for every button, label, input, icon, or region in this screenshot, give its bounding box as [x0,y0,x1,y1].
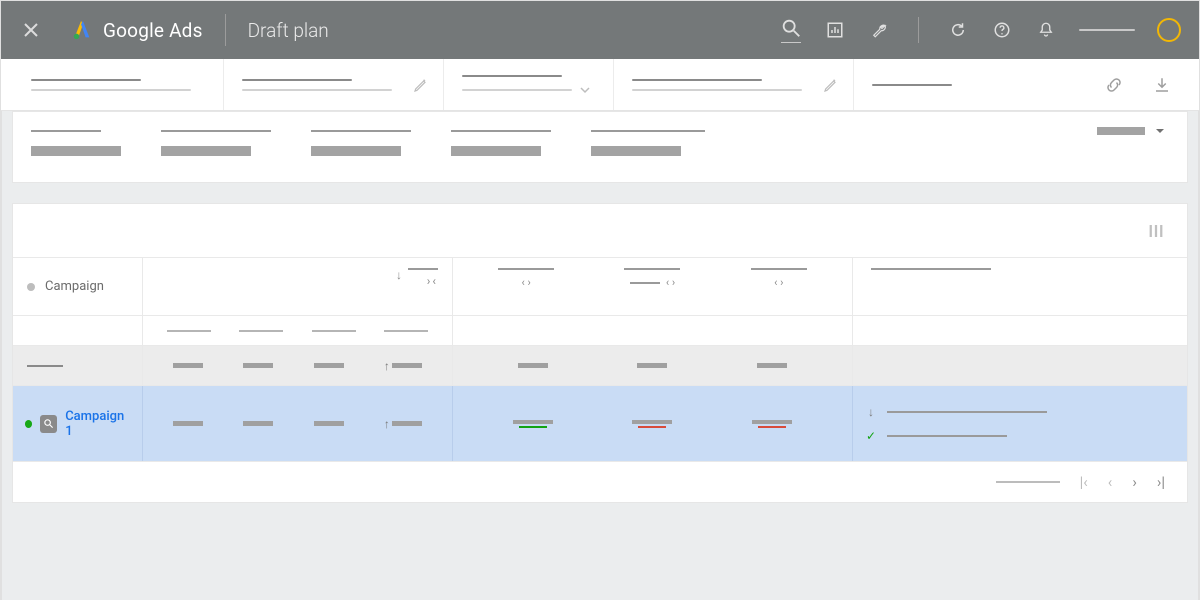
close-icon[interactable] [19,18,43,42]
columns-icon[interactable] [1147,222,1165,240]
download-icon[interactable] [1151,74,1173,96]
expand-icon[interactable]: ‹ › [521,276,530,289]
pencil-icon[interactable] [823,77,839,93]
caret-down-icon [1155,126,1165,136]
plan-field-2[interactable] [223,59,443,110]
help-icon[interactable] [991,19,1013,41]
column-header-metric[interactable]: ‹ › [624,268,680,289]
account-avatar[interactable] [1157,18,1181,42]
product-logo: Google Ads [71,19,203,42]
page-title: Draft plan [248,19,329,42]
column-header-metric[interactable]: ‹ › [498,268,554,289]
summary-metric [31,130,121,156]
share-link-icon[interactable] [1103,74,1125,96]
column-label: Campaign [45,279,104,294]
note-item: ↓ [865,405,1175,419]
note-item: ✓ [865,429,1175,443]
main-content: Campaign ↓ ›‹ ‹ › ‹ › ‹ › [1,111,1199,600]
campaign-cell: Campaign 1 [13,386,143,461]
status-enabled-icon [25,420,32,428]
summary-metric [451,130,551,156]
column-header-group3: ‹ › ‹ › ‹ › [453,258,853,315]
chevron-down-icon [580,85,590,95]
reports-icon[interactable] [824,19,846,41]
divider [918,17,919,43]
refresh-icon[interactable] [947,19,969,41]
next-page-button[interactable]: › [1132,473,1137,491]
row-values-group3 [453,386,853,461]
arrow-up-icon: ↑ [384,417,390,431]
arrow-down-icon: ↓ [865,405,877,419]
campaign-name-link[interactable]: Campaign 1 [65,409,130,439]
summary-metric [591,130,705,156]
metric-delta [513,420,553,428]
check-icon: ✓ [865,429,877,443]
search-icon [780,17,802,39]
campaigns-table-card: Campaign ↓ ›‹ ‹ › ‹ › ‹ › [12,203,1188,503]
plan-settings-bar [1,59,1199,111]
campaign-type-search-icon [40,415,57,433]
table-header-row: Campaign ↓ ›‹ ‹ › ‹ › ‹ › [13,258,1187,316]
summary-metric [161,130,271,156]
table-toolbar [13,204,1187,258]
first-page-button[interactable]: |‹ [1080,473,1088,491]
column-header-last[interactable] [853,258,1187,315]
plan-field-5[interactable] [853,59,983,110]
totals-values-group2: ↑ [143,346,453,385]
forecast-summary-card [12,111,1188,183]
column-header-campaign[interactable]: Campaign [13,258,143,315]
product-name: Google Ads [103,19,203,42]
subcolumns-group2 [143,316,453,345]
plan-field-1[interactable] [13,59,223,110]
expand-icon[interactable]: ‹ › [774,276,783,289]
row-notes: ↓ ✓ [853,386,1187,461]
header-actions [780,17,1181,43]
totals-values-group3 [453,346,853,385]
plan-field-4[interactable] [613,59,853,110]
google-ads-logo-icon [71,19,93,41]
page-range-placeholder [996,481,1060,483]
metric-delta [752,420,792,428]
prev-page-button[interactable]: ‹ [1108,473,1113,491]
last-page-button[interactable]: ›| [1157,473,1165,491]
table-pagination: |‹ ‹ › ›| [13,462,1187,502]
pencil-icon[interactable] [413,77,429,93]
sort-arrow-down-icon: ↓ [396,268,402,282]
column-header-metric[interactable]: ‹ › [751,268,807,289]
table-row[interactable]: Campaign 1 ↑ ↓ ✓ [13,386,1187,462]
metric-delta [632,420,672,428]
status-dot-icon [27,283,35,291]
expand-collapse-icon[interactable]: ›‹ [427,274,438,288]
table-totals-row: ↑ [13,346,1187,386]
summary-view-dropdown[interactable] [1097,126,1165,136]
plan-field-3-dropdown[interactable] [443,59,613,110]
app-header: Google Ads Draft plan [1,1,1199,59]
column-header-group2[interactable]: ↓ ›‹ [143,258,453,315]
tools-icon[interactable] [868,19,890,41]
row-values-group2: ↑ [143,386,453,461]
account-name-placeholder [1079,29,1135,31]
table-subheader-row [13,316,1187,346]
arrow-up-icon: ↑ [384,359,390,373]
expand-icon[interactable]: ‹ › [666,276,675,289]
summary-metric [311,130,411,156]
notifications-icon[interactable] [1035,19,1057,41]
search-button[interactable] [780,17,802,43]
divider [225,14,226,46]
